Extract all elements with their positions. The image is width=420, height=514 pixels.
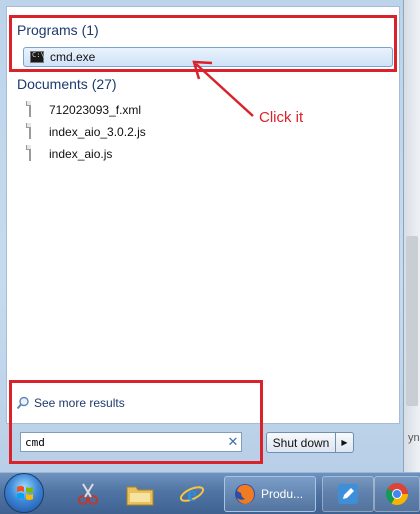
taskbar-notepad[interactable] <box>322 476 374 512</box>
scissors-icon <box>78 483 98 505</box>
taskbar-chrome[interactable] <box>374 476 420 512</box>
result-item-document[interactable]: index_aio_3.0.2.js <box>29 122 146 142</box>
desktop-partial-text: yn <box>408 432 420 444</box>
documents-section-header[interactable]: Documents (27) <box>17 76 117 92</box>
windows-logo-icon <box>17 486 33 500</box>
chrome-icon <box>386 483 408 505</box>
shutdown-control: Shut down ▶ <box>266 432 354 453</box>
taskbar-windows-explorer[interactable] <box>114 476 166 512</box>
document-icon <box>29 145 31 161</box>
result-item-label: index_aio.js <box>49 147 113 161</box>
annotation-label: Click it <box>259 109 304 126</box>
taskbar-snipping-tool[interactable] <box>62 476 114 512</box>
annotation-highlight-programs <box>9 15 397 72</box>
document-icon <box>29 123 31 139</box>
taskbar-firefox-label: Produ... <box>261 487 304 501</box>
folder-icon <box>126 486 154 506</box>
shutdown-button[interactable]: Shut down <box>266 432 336 453</box>
shutdown-label: Shut down <box>272 435 330 450</box>
annotation-highlight-search <box>9 380 263 464</box>
firefox-icon <box>235 484 255 504</box>
result-item-document[interactable]: 712023093_f.xml <box>29 100 141 120</box>
desktop-background: yn <box>404 0 420 472</box>
result-item-document[interactable]: index_aio.js <box>29 144 112 164</box>
result-item-label: index_aio_3.0.2.js <box>49 125 146 139</box>
document-icon <box>29 101 31 117</box>
taskbar-firefox[interactable]: Produ... <box>224 476 316 512</box>
shutdown-options-button[interactable]: ▶ <box>336 432 354 453</box>
start-button[interactable] <box>4 473 44 513</box>
taskbar-internet-explorer[interactable]: e <box>166 476 218 512</box>
pen-icon <box>338 484 358 504</box>
ie-icon: e <box>179 481 205 506</box>
taskbar: e Produ... <box>0 472 420 514</box>
documents-header-label: Documents (27) <box>17 76 117 92</box>
desktop-scrollbar[interactable] <box>406 236 418 406</box>
chevron-right-icon: ▶ <box>341 438 348 447</box>
svg-text:e: e <box>187 481 197 506</box>
result-item-label: 712023093_f.xml <box>49 103 142 117</box>
